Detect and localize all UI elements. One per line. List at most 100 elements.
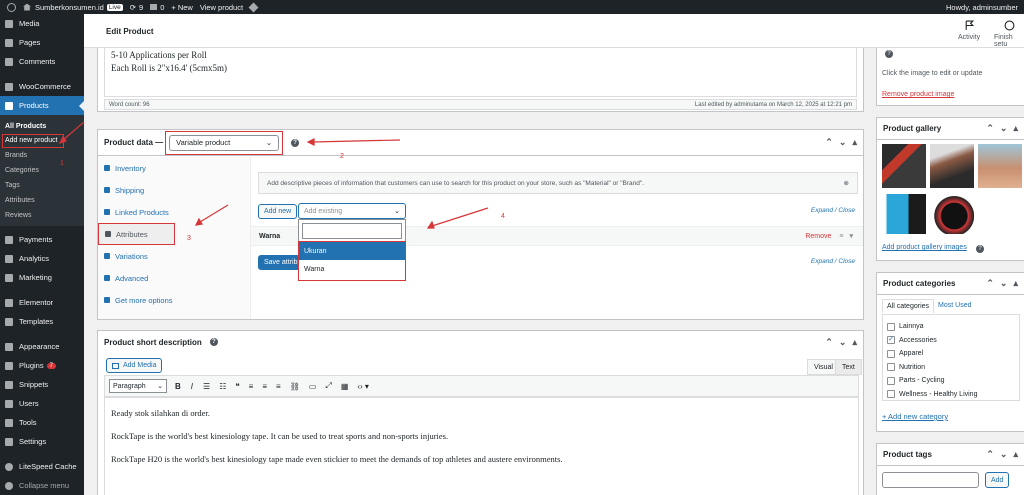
view-product-link[interactable]: View product (200, 3, 243, 12)
sidebar-item-media[interactable]: Media (0, 14, 84, 33)
blockquote-icon[interactable]: ❝ (235, 382, 239, 391)
sidebar-item-appearance[interactable]: Appearance (0, 337, 84, 356)
toolbar-toggle-icon[interactable]: ▦ (341, 382, 349, 391)
gallery-image[interactable] (930, 144, 974, 188)
add-new-attribute-button[interactable]: Add new (258, 204, 298, 219)
bold-icon[interactable]: B (175, 382, 181, 391)
move-up-icon[interactable]: ⌃ (986, 278, 994, 289)
collapse-menu-button[interactable]: Collapse menu (0, 476, 84, 495)
sidebar-item-templates[interactable]: Templates (0, 312, 84, 331)
numbered-list-icon[interactable]: ☷ (219, 382, 226, 391)
sidebar-item-woocommerce[interactable]: WooCommerce (0, 77, 84, 96)
help-icon[interactable]: ? (209, 338, 218, 346)
add-gallery-images-link[interactable]: Add product gallery images (882, 244, 967, 251)
move-down-icon[interactable]: ⌄ (1000, 123, 1008, 134)
submenu-categories[interactable]: Categories (0, 163, 84, 178)
add-media-button[interactable]: Add Media (106, 358, 163, 373)
category-item[interactable]: Parts - Cycling (887, 374, 1015, 388)
sidebar-item-comments[interactable]: Comments (0, 52, 84, 71)
dismiss-icon[interactable]: ⊗ (844, 179, 849, 187)
finish-setup-button[interactable]: Finish setu (994, 20, 1024, 48)
format-select[interactable]: Paragraph ⌄ (109, 379, 167, 393)
category-item[interactable]: Wellness - Healthy Living (887, 388, 1015, 402)
dropdown-search-input[interactable] (302, 223, 402, 239)
align-center-icon[interactable]: ≡ (262, 382, 267, 391)
add-tag-button[interactable]: Add (985, 472, 1010, 488)
sidebar-item-elementor[interactable]: Elementor (0, 293, 84, 312)
category-checkbox[interactable] (887, 390, 895, 399)
move-up-icon[interactable]: ⌃ (825, 137, 833, 148)
add-existing-select[interactable]: Add existing ⌄ (298, 203, 406, 219)
code-icon[interactable]: ‹› ▾ (357, 382, 369, 391)
sidebar-item-settings[interactable]: Settings (0, 432, 84, 451)
category-checkbox[interactable] (887, 322, 895, 331)
category-item[interactable]: Apparel (887, 347, 1015, 361)
tab-attributes[interactable]: Attributes (98, 223, 175, 245)
tab-inventory[interactable]: Inventory (98, 157, 250, 179)
align-right-icon[interactable]: ≡ (276, 382, 281, 391)
chevron-down-icon[interactable]: ▾ (849, 232, 853, 240)
bullet-list-icon[interactable]: ☰ (203, 382, 210, 391)
move-up-icon[interactable]: ⌃ (986, 449, 994, 460)
comments-link[interactable]: 0 (150, 3, 164, 12)
help-icon[interactable]: ? (291, 138, 300, 147)
toggle-icon[interactable]: ▴ (852, 137, 857, 148)
category-checkbox[interactable]: ✓ (887, 336, 895, 345)
dropdown-option[interactable]: Ukuran (299, 242, 405, 260)
drag-handle-icon[interactable]: ≡ (839, 233, 843, 240)
save-attributes-button[interactable]: Save attributes (258, 255, 300, 270)
howdy-user[interactable]: Howdy, adminsumber (946, 3, 1018, 12)
help-icon[interactable]: ? (976, 245, 984, 253)
tab-all-categories[interactable]: All categories (882, 299, 935, 313)
tab-advanced[interactable]: Advanced (98, 267, 250, 289)
read-more-icon[interactable]: ▭ (309, 382, 317, 391)
gallery-image[interactable] (978, 144, 1022, 188)
help-icon[interactable]: ? (885, 50, 893, 58)
tag-input[interactable] (882, 472, 979, 488)
short-description-editor[interactable]: Ready stok silahkan di order. RockTape is… (104, 397, 859, 495)
submenu-brands[interactable]: Brands (0, 148, 84, 163)
category-item[interactable]: ✓ Accessories (887, 334, 1015, 348)
move-up-icon[interactable]: ⌃ (825, 337, 833, 348)
move-down-icon[interactable]: ⌄ (839, 137, 847, 148)
submenu-all-products[interactable]: All Products (0, 119, 84, 134)
gallery-image[interactable] (930, 194, 974, 234)
tab-linked-products[interactable]: Linked Products (98, 201, 250, 223)
move-up-icon[interactable]: ⌃ (986, 123, 994, 134)
sidebar-item-users[interactable]: Users (0, 394, 84, 413)
new-content-link[interactable]: + New (171, 3, 192, 12)
tab-variations[interactable]: Variations (98, 245, 250, 267)
category-item[interactable]: Nutrition (887, 361, 1015, 375)
toggle-icon[interactable]: ▴ (1013, 123, 1018, 134)
sidebar-item-litespeed[interactable]: LiteSpeed Cache (0, 457, 84, 476)
move-down-icon[interactable]: ⌄ (1000, 449, 1008, 460)
submenu-reviews[interactable]: Reviews (0, 208, 84, 223)
category-checkbox[interactable] (887, 376, 895, 385)
tab-shipping[interactable]: Shipping (98, 179, 250, 201)
site-name-link[interactable]: Sumberkonsumen.id Live (23, 3, 123, 12)
activity-button[interactable]: Activity (958, 20, 980, 41)
link-icon[interactable]: ⛓ (290, 382, 300, 391)
category-item[interactable]: Lainnya (887, 320, 1015, 334)
sidebar-item-payments[interactable]: Payments (0, 230, 84, 249)
remove-attribute-link[interactable]: Remove (805, 233, 831, 240)
dropdown-option[interactable]: Warna (299, 260, 405, 278)
gallery-image[interactable] (882, 144, 926, 188)
tab-text[interactable]: Text (835, 359, 862, 375)
diamond-icon[interactable] (248, 2, 259, 12)
submenu-add-new-product[interactable]: Add new product (2, 134, 64, 148)
toggle-icon[interactable]: ▴ (1013, 449, 1018, 460)
gallery-image[interactable] (882, 194, 926, 234)
move-down-icon[interactable]: ⌄ (839, 337, 847, 348)
sidebar-item-tools[interactable]: Tools (0, 413, 84, 432)
align-left-icon[interactable]: ≡ (249, 382, 254, 391)
fullscreen-icon[interactable]: ⤢ (325, 381, 331, 391)
move-down-icon[interactable]: ⌄ (1000, 278, 1008, 289)
toggle-icon[interactable]: ▴ (1013, 278, 1018, 289)
tab-get-more-options[interactable]: Get more options (98, 289, 250, 311)
description-editor[interactable]: 5-10 Applications per Roll Each Roll is … (104, 48, 857, 97)
toggle-icon[interactable]: ▴ (852, 337, 857, 348)
category-checkbox[interactable] (887, 363, 895, 372)
sidebar-item-marketing[interactable]: Marketing (0, 268, 84, 287)
italic-icon[interactable]: I (191, 382, 193, 391)
